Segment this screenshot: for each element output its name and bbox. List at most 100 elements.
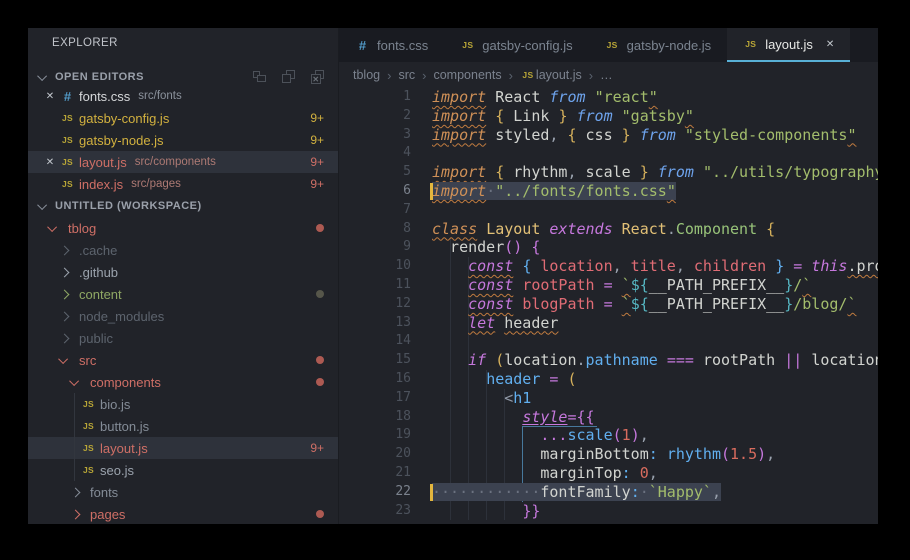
tree-item-pages[interactable]: pages [28, 503, 338, 524]
open-editor-gatsby-config.js[interactable]: JSgatsby-config.js9+ [28, 107, 338, 129]
breadcrumb-item-layout.js[interactable]: layout.js [536, 68, 582, 82]
code-token: css [577, 126, 622, 144]
line-number: 3 [339, 126, 432, 145]
open-editor-gatsby-node.js[interactable]: JSgatsby-node.js9+ [28, 129, 338, 151]
open-editor-fonts.css[interactable]: ✕#fonts.csssrc/fonts [28, 85, 338, 107]
code-token: , [613, 257, 622, 275]
close-icon[interactable]: ✕ [826, 39, 834, 50]
code-token [757, 220, 766, 238]
code-token: ( [495, 351, 504, 369]
tree-item-src[interactable]: src [28, 349, 338, 371]
code-line-11[interactable]: 11 const rootPath = `${__PATH_PREFIX__}/… [339, 276, 878, 295]
line-number: 13 [339, 314, 432, 333]
code-line-7[interactable]: 7 [339, 201, 878, 220]
code-token: = [793, 257, 802, 275]
breadcrumb-item-…[interactable]: … [600, 68, 613, 82]
split-editor-icon[interactable] [252, 69, 268, 85]
code-line-5[interactable]: 5import { rhythm, scale } from "../utils… [339, 163, 878, 182]
line-number: 11 [339, 276, 432, 295]
tab-bar: #fonts.cssJSgatsby-config.jsJSgatsby-nod… [339, 28, 878, 62]
tree-item-node_modules[interactable]: node_modules [28, 305, 338, 327]
code-token: "styled-components [685, 126, 848, 144]
breadcrumb-item-tblog[interactable]: tblog [353, 68, 380, 82]
code-token: . [577, 351, 586, 369]
code-line-19[interactable]: 19 ...scale(1), [339, 426, 878, 445]
code-line-8[interactable]: 8class Layout extends React.Component { [339, 220, 878, 239]
editor-area: #fonts.cssJSgatsby-config.jsJSgatsby-nod… [338, 28, 878, 524]
file-path: src/pages [131, 178, 181, 190]
tab-gatsby-config.js[interactable]: JSgatsby-config.js [444, 28, 588, 62]
code-token [802, 351, 811, 369]
code-line-22[interactable]: 22············fontFamily:·`Happy`, [339, 483, 878, 502]
code-line-3[interactable]: 3import styled, { css } from "styled-com… [339, 126, 878, 145]
tree-item-.cache[interactable]: .cache [28, 239, 338, 261]
code-token: , [649, 464, 658, 482]
tree-item-public[interactable]: public [28, 327, 338, 349]
code-line-text: marginTop: 0, [432, 464, 658, 483]
code-line-16[interactable]: 16 header = ( [339, 370, 878, 389]
code-token [658, 445, 667, 463]
tree-item-label: node_modules [79, 309, 164, 324]
code-line-9[interactable]: 9 render() { [339, 238, 878, 257]
code-token: rootPath [522, 276, 594, 294]
code-line-21[interactable]: 21 marginTop: 0, [339, 464, 878, 483]
close-all-editors-icon[interactable]: ✕ [310, 69, 326, 85]
code-token: title [622, 257, 676, 275]
code-token: import [432, 88, 486, 106]
css-file-icon: # [59, 89, 76, 104]
code-token: scale [567, 426, 612, 444]
code-token [613, 276, 622, 294]
breadcrumb-item-src[interactable]: src [398, 68, 415, 82]
code-token [658, 351, 667, 369]
code-token: : [631, 483, 640, 501]
code-token [513, 257, 522, 275]
code-editor[interactable]: 1import React from "react"2import { Link… [339, 88, 878, 524]
code-token: " [649, 88, 658, 106]
tree-item-label: seo.js [100, 463, 134, 478]
save-all-icon[interactable] [281, 69, 297, 85]
close-icon[interactable]: ✕ [41, 157, 59, 168]
close-icon[interactable]: ✕ [41, 91, 59, 102]
workspace-header[interactable]: UNTITLED (WORKSPACE) [28, 195, 338, 217]
code-line-13[interactable]: 13 let header [339, 314, 878, 333]
breadcrumb-item-components[interactable]: components [433, 68, 501, 82]
code-token: ( [613, 426, 622, 444]
open-editor-index.js[interactable]: JSindex.jssrc/pages9+ [28, 173, 338, 195]
tree-item-content[interactable]: content [28, 283, 338, 305]
code-token: h1 [513, 389, 531, 407]
tree-item-fonts[interactable]: fonts [28, 481, 338, 503]
code-token [775, 351, 784, 369]
code-line-20[interactable]: 20 marginBottom: rhythm(1.5), [339, 445, 878, 464]
file-name: fonts.css [79, 89, 130, 104]
breadcrumb[interactable]: tblog›src›components›JSlayout.js›… [339, 62, 878, 88]
js-file-icon: JS [80, 465, 97, 475]
file-path: src/components [135, 156, 216, 168]
code-line-6[interactable]: 6import·"../fonts/fonts.css" [339, 182, 878, 201]
code-token [784, 257, 793, 275]
code-line-18[interactable]: 18 style={{ [339, 408, 878, 427]
tab-layout.js[interactable]: JSlayout.js✕ [727, 28, 850, 62]
code-line-23[interactable]: 23 }} [339, 502, 878, 521]
tree-item-tblog[interactable]: tblog [28, 217, 338, 239]
tree-item-label: .cache [79, 243, 117, 258]
code-token [567, 107, 576, 125]
code-line-4[interactable]: 4 [339, 144, 878, 163]
code-line-12[interactable]: 12 const blogPath = `${__PATH_PREFIX__}/… [339, 295, 878, 314]
tab-gatsby-node.js[interactable]: JSgatsby-node.js [589, 28, 728, 62]
code-line-15[interactable]: 15 if (location.pathname === rootPath ||… [339, 351, 878, 370]
tree-item-.github[interactable]: .github [28, 261, 338, 283]
code-line-14[interactable]: 14 [339, 332, 878, 351]
code-line-1[interactable]: 1import React from "react" [339, 88, 878, 107]
code-line-10[interactable]: 10 const { location, title, children } =… [339, 257, 878, 276]
modified-dot [316, 378, 324, 386]
code-token: extends [549, 220, 612, 238]
code-line-17[interactable]: 17 <h1 [339, 389, 878, 408]
tab-fonts.css[interactable]: #fonts.css [339, 28, 444, 62]
code-token: blogPath [522, 295, 594, 313]
open-editor-layout.js[interactable]: ✕JSlayout.jssrc/components9+ [28, 151, 338, 173]
tree-item-components[interactable]: components [28, 371, 338, 393]
code-token: ` [802, 276, 811, 294]
code-token [486, 107, 495, 125]
css-file-icon: # [355, 38, 370, 53]
code-line-2[interactable]: 2import { Link } from "gatsby" [339, 107, 878, 126]
